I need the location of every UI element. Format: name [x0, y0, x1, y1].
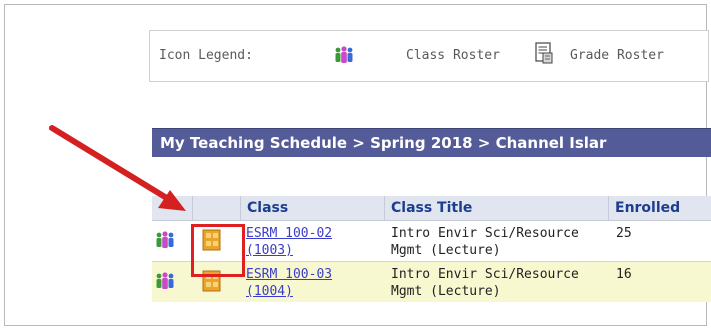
legend-class-roster-label: Class Roster — [406, 48, 500, 63]
header-enrolled: Enrolled — [608, 196, 711, 220]
class-number: (1004) — [246, 284, 293, 299]
class-roster-icon[interactable] — [154, 272, 176, 290]
class-link[interactable]: ESRM 100-03 (1004) — [246, 266, 332, 300]
class-title-line2: Mgmt (Lecture) — [391, 284, 501, 299]
icon-legend: Icon Legend: Class Roster Grade Roster — [149, 30, 709, 82]
header-class: Class — [240, 196, 384, 220]
class-roster-icon[interactable] — [154, 231, 176, 249]
class-link[interactable]: ESRM 100-02 (1003) — [246, 225, 332, 259]
table-header-row: Class Class Title Enrolled — [152, 196, 711, 221]
class-title: Intro Envir Sci/Resource Mgmt (Lecture) — [391, 266, 579, 300]
table-row: ESRM 100-03 (1004) Intro Envir Sci/Resou… — [152, 262, 711, 302]
class-title-line1: Intro Envir Sci/Resource — [391, 226, 579, 241]
table-row: ESRM 100-02 (1003) Intro Envir Sci/Resou… — [152, 221, 711, 261]
class-section: ESRM 100-02 — [246, 226, 333, 241]
enrolled-count: 25 — [616, 226, 632, 241]
class-roster-icon — [335, 46, 353, 63]
class-number: (1003) — [246, 243, 293, 258]
legend-grade-roster-label: Grade Roster — [570, 48, 664, 63]
class-title-line1: Intro Envir Sci/Resource — [391, 267, 579, 282]
legend-label: Icon Legend: — [159, 48, 253, 63]
header-grade-column — [192, 196, 240, 220]
grade-roster-icon[interactable] — [202, 228, 222, 252]
grade-roster-icon[interactable] — [202, 269, 222, 293]
header-roster-column — [152, 196, 192, 220]
class-title-line2: Mgmt (Lecture) — [391, 243, 501, 258]
enrolled-count: 16 — [616, 267, 632, 282]
class-section: ESRM 100-03 — [246, 267, 333, 282]
teaching-schedule-breadcrumb: My Teaching Schedule > Spring 2018 > Cha… — [152, 128, 711, 157]
header-class-title: Class Title — [384, 196, 608, 220]
class-title: Intro Envir Sci/Resource Mgmt (Lecture) — [391, 225, 579, 259]
grade-roster-icon — [535, 42, 553, 64]
